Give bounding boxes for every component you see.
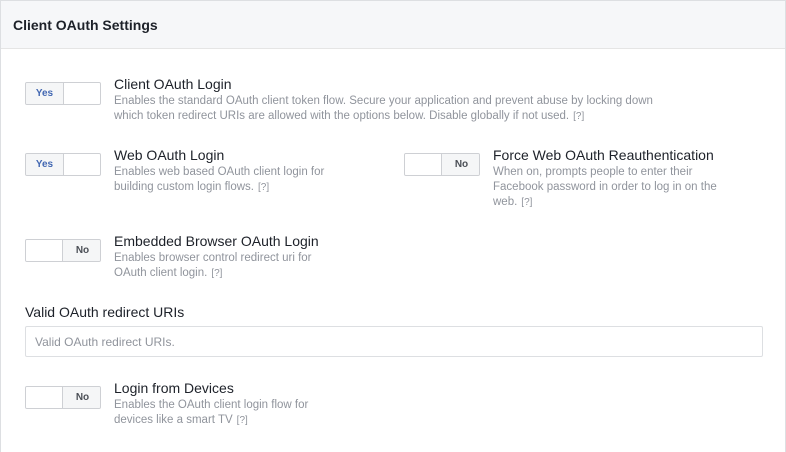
help-link[interactable]: [?] (573, 111, 584, 122)
embedded-browser-oauth-login-title: Embedded Browser OAuth Login (114, 233, 319, 249)
redirect-uris-label: Valid OAuth redirect URIs (25, 304, 185, 320)
description-line: When on, prompts people to enter their (493, 166, 693, 178)
toggle-state-label: No (443, 154, 479, 175)
toggle-state-label: Yes (26, 154, 63, 175)
force-web-oauth-reauth-description: When on, prompts people to enter their F… (493, 165, 763, 210)
login-from-devices-description: Enables the OAuth client login flow for … (114, 398, 374, 428)
embedded-browser-oauth-login-toggle[interactable]: No (25, 239, 101, 262)
web-oauth-login-toggle[interactable]: Yes (25, 153, 101, 176)
description-line: which token redirect URIs are allowed wi… (114, 109, 734, 124)
toggle-knob (63, 154, 100, 175)
help-link[interactable]: [?] (521, 197, 532, 208)
description-line: web. [?] (493, 195, 763, 210)
toggle-knob (405, 154, 442, 175)
toggle-state-label: No (64, 387, 100, 408)
toggle-knob (63, 83, 100, 104)
description-text: devices like a smart TV (114, 414, 233, 426)
client-oauth-login-title: Client OAuth Login (114, 76, 232, 92)
description-line: Enables web based OAuth client login for (114, 166, 325, 178)
client-oauth-settings-panel: Client OAuth Settings Yes Client OAuth L… (0, 0, 786, 452)
embedded-browser-oauth-login-description: Enables browser control redirect uri for… (114, 251, 374, 281)
description-text: building custom login flows. (114, 181, 254, 193)
toggle-state-label: No (64, 240, 100, 261)
help-link[interactable]: [?] (211, 268, 222, 279)
description-line: devices like a smart TV [?] (114, 413, 374, 428)
description-text: web. (493, 196, 518, 208)
client-oauth-login-description: Enables the standard OAuth client token … (114, 94, 734, 124)
description-line: Enables the OAuth client login flow for (114, 399, 309, 411)
toggle-knob (26, 240, 63, 261)
web-oauth-login-title: Web OAuth Login (114, 147, 225, 163)
toggle-knob (26, 387, 63, 408)
description-text: which token redirect URIs are allowed wi… (114, 110, 570, 122)
toggle-state-label: Yes (26, 83, 63, 104)
help-link[interactable]: [?] (237, 415, 248, 426)
client-oauth-login-toggle[interactable]: Yes (25, 82, 101, 105)
web-oauth-login-description: Enables web based OAuth client login for… (114, 165, 374, 195)
description-line: Facebook password in order to log in on … (493, 181, 717, 193)
redirect-uris-input[interactable] (25, 326, 763, 357)
description-line: Enables browser control redirect uri for (114, 252, 312, 264)
help-link[interactable]: [?] (258, 182, 269, 193)
description-line: OAuth client login. [?] (114, 266, 374, 281)
login-from-devices-toggle[interactable]: No (25, 386, 101, 409)
force-web-oauth-reauth-toggle[interactable]: No (404, 153, 480, 176)
description-line: building custom login flows. [?] (114, 180, 374, 195)
force-web-oauth-reauth-title: Force Web OAuth Reauthentication (493, 147, 714, 163)
description-text: OAuth client login. (114, 267, 208, 279)
description-line: Enables the standard OAuth client token … (114, 95, 653, 107)
login-from-devices-title: Login from Devices (114, 380, 234, 396)
panel-header: Client OAuth Settings (1, 1, 785, 49)
panel-title: Client OAuth Settings (13, 17, 158, 33)
